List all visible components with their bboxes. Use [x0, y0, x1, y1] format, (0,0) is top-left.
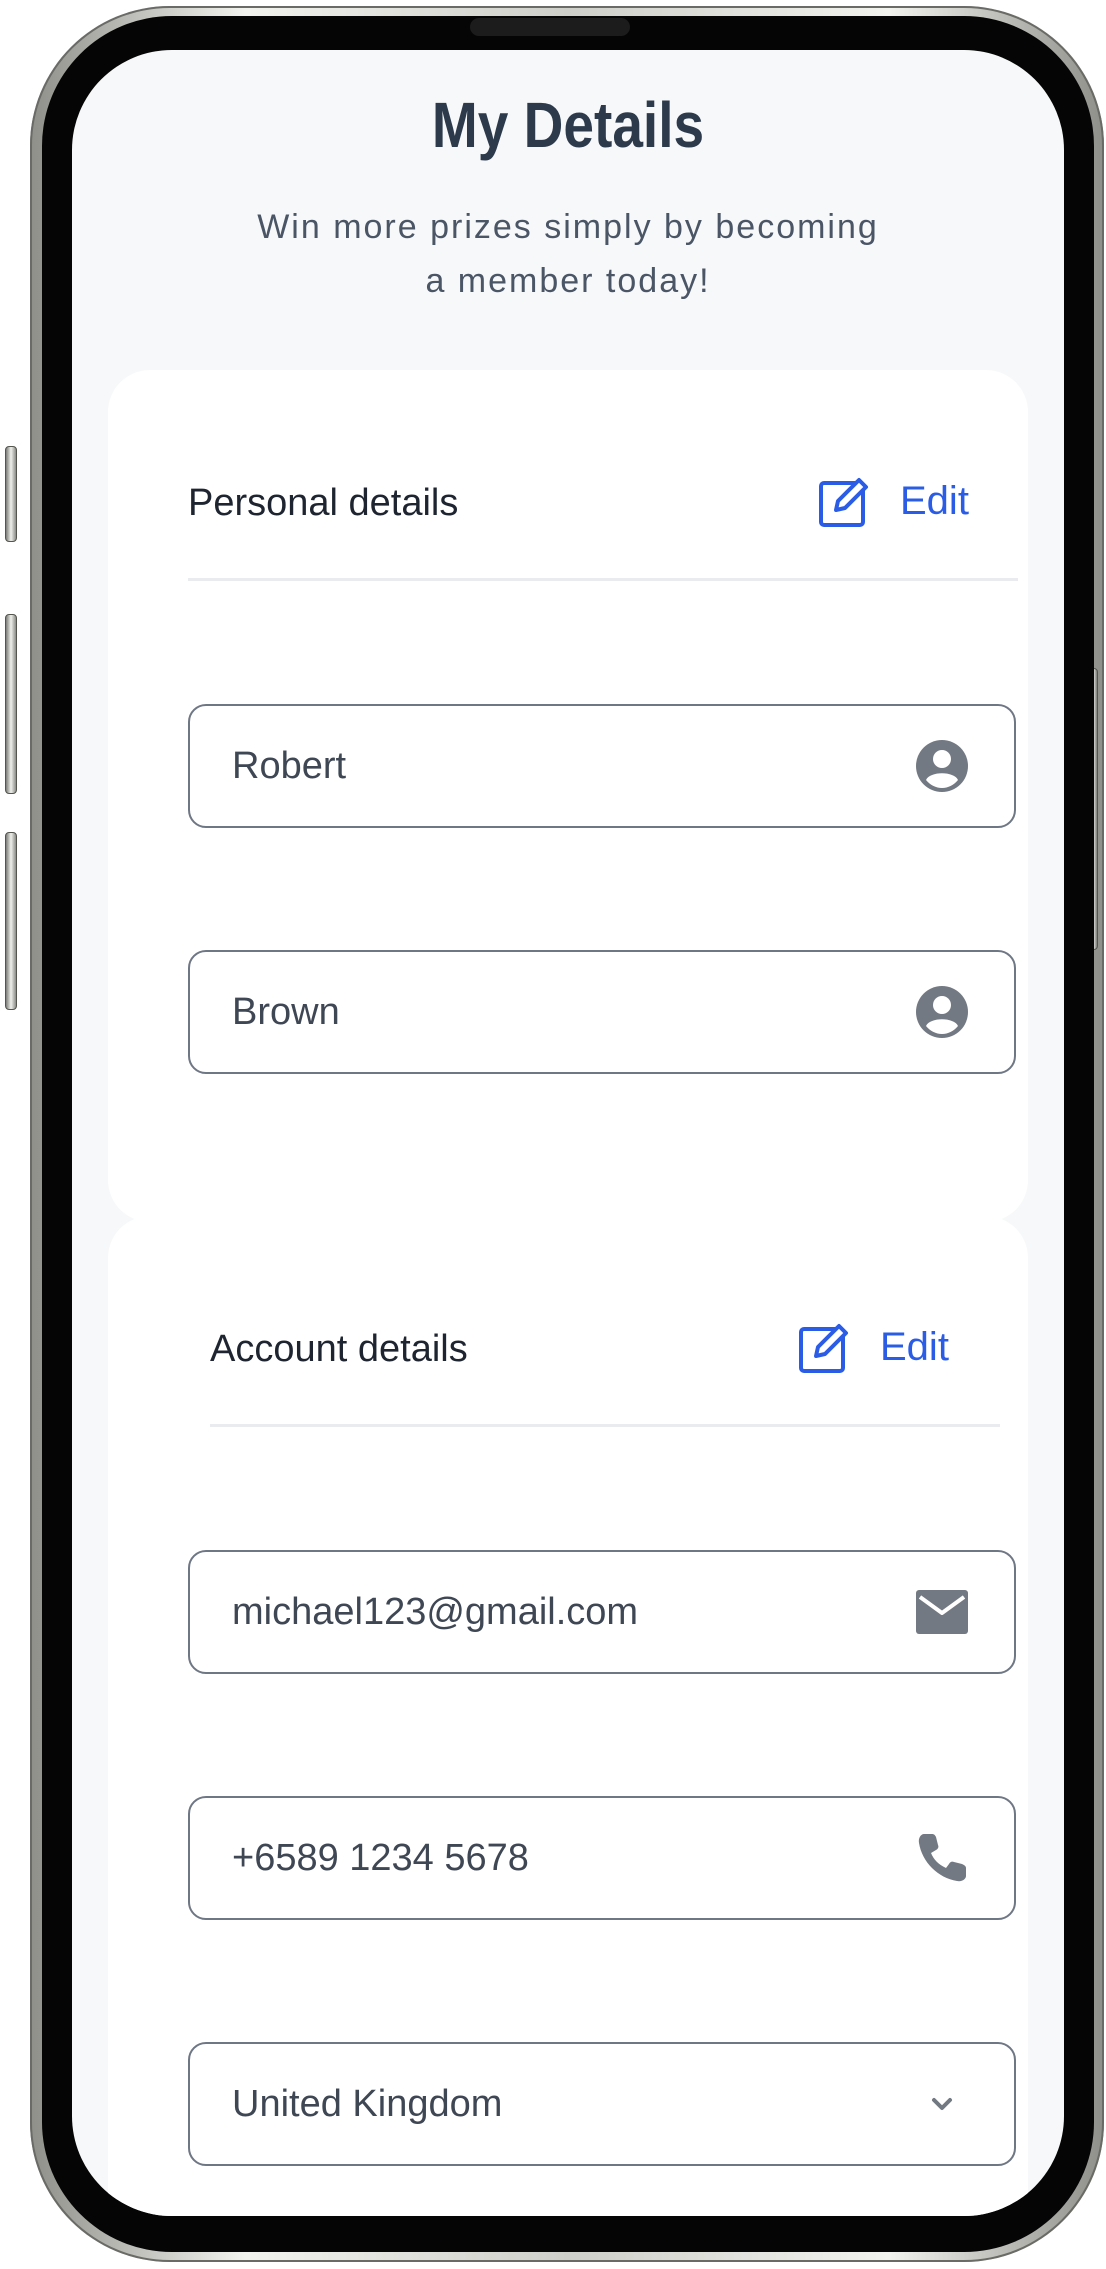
- speaker-grille: [470, 18, 630, 36]
- last-name-value: Brown: [232, 990, 340, 1033]
- email-value: michael123@gmail.com: [232, 1590, 639, 1633]
- account-details-card: Account details Edit michael123@gmail.co…: [108, 1216, 1028, 2216]
- account-divider: [210, 1424, 1000, 1427]
- phone-icon: [914, 1830, 970, 1886]
- user-icon: [914, 738, 970, 794]
- phone-value: +6589 1234 5678: [232, 1836, 529, 1879]
- country-select[interactable]: United Kingdom: [188, 2042, 1016, 2166]
- chevron-down-icon: [914, 2076, 970, 2132]
- edit-icon: [818, 474, 872, 528]
- subtitle-line-1: Win more prizes simply by becoming: [257, 208, 879, 246]
- phone-field[interactable]: +6589 1234 5678: [188, 1796, 1016, 1920]
- personal-details-title: Personal details: [188, 482, 459, 524]
- subtitle-line-2: a member today!: [425, 262, 711, 300]
- email-icon: [914, 1584, 970, 1640]
- first-name-field[interactable]: Robert: [188, 704, 1016, 828]
- edit-label: Edit: [880, 1324, 949, 1369]
- volume-up-button: [5, 614, 17, 794]
- email-field[interactable]: michael123@gmail.com: [188, 1550, 1016, 1674]
- last-name-field[interactable]: Brown: [188, 950, 1016, 1074]
- account-edit-button[interactable]: Edit: [798, 1320, 949, 1374]
- first-name-value: Robert: [232, 744, 347, 787]
- edit-label: Edit: [900, 478, 969, 523]
- personal-edit-button[interactable]: Edit: [818, 474, 969, 528]
- personal-details-card: Personal details Edit Robert Brown: [108, 370, 1028, 1222]
- user-icon: [914, 984, 970, 1040]
- page-subtitle: Win more prizes simply by becoming a mem…: [222, 200, 914, 308]
- volume-down-button: [5, 832, 17, 1010]
- page-title: My Details: [431, 89, 705, 161]
- personal-divider: [188, 578, 1018, 581]
- country-value: United Kingdom: [232, 2082, 503, 2125]
- account-details-title: Account details: [210, 1328, 468, 1370]
- edit-icon: [798, 1320, 852, 1374]
- screen: My Details Win more prizes simply by bec…: [72, 50, 1064, 2216]
- silent-switch: [5, 446, 17, 542]
